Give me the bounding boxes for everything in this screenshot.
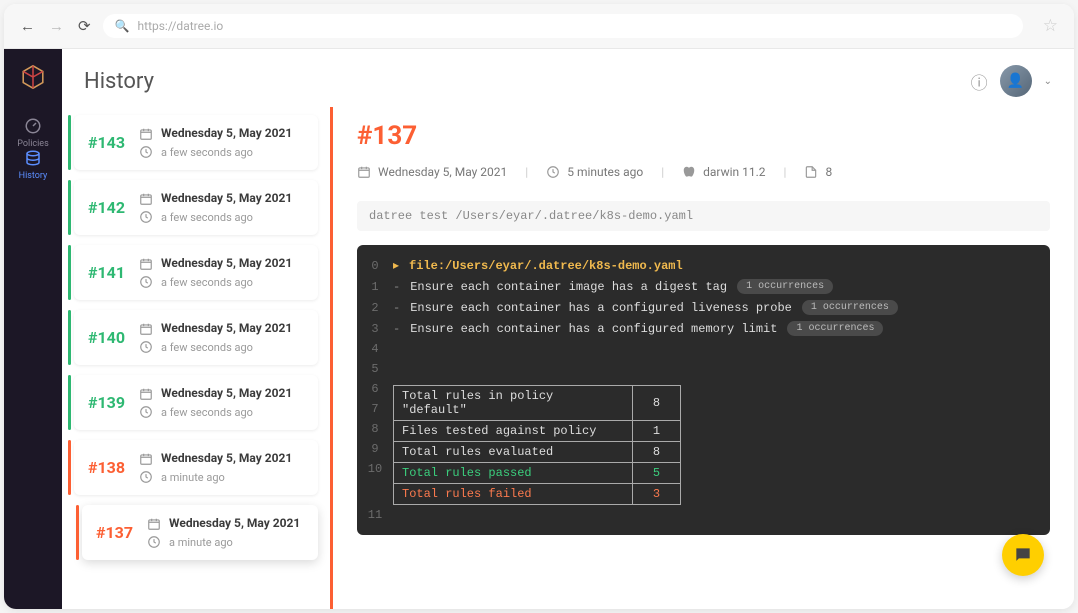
- detail-title: #137: [357, 121, 1050, 151]
- calendar-icon: [139, 257, 153, 271]
- summary-label: Total rules evaluated: [394, 442, 633, 463]
- detail-platform: darwin 11.2: [703, 165, 765, 179]
- detail-date: Wednesday 5, May 2021: [378, 165, 507, 179]
- summary-label: Total rules in policy "default": [394, 386, 633, 421]
- info-icon[interactable]: ⓘ: [971, 69, 988, 94]
- logo-icon[interactable]: [19, 63, 47, 91]
- sidebar-item-label: Policies: [17, 139, 48, 149]
- chat-fab[interactable]: [1002, 534, 1044, 576]
- chat-icon: [1013, 545, 1033, 565]
- history-card[interactable]: #139 Wednesday 5, May 2021 a few seconds a…: [74, 375, 318, 430]
- sidebar-item-label: History: [19, 171, 48, 181]
- detail-ago: 5 minutes ago: [567, 165, 643, 179]
- history-card-number: #140: [88, 328, 125, 347]
- search-icon: 🔍: [115, 19, 130, 33]
- clock-icon: [147, 535, 161, 549]
- address-bar[interactable]: 🔍 https://datree.io: [103, 14, 1023, 38]
- history-card-date: Wednesday 5, May 2021: [161, 451, 292, 466]
- sidebar-item-policies[interactable]: Policies: [17, 117, 48, 149]
- calendar-icon: [139, 192, 153, 206]
- avatar[interactable]: 👤: [1000, 65, 1032, 97]
- history-card-number: #141: [88, 263, 125, 282]
- history-card-ago: a minute ago: [169, 536, 233, 549]
- history-card-date: Wednesday 5, May 2021: [161, 256, 292, 271]
- clock-icon: [139, 340, 153, 354]
- calendar-icon: [139, 387, 153, 401]
- bookmark-icon[interactable]: ☆: [1043, 16, 1058, 36]
- calendar-icon: [139, 452, 153, 466]
- browser-toolbar: ← → ⟳ 🔍 https://datree.io ☆: [4, 4, 1074, 49]
- history-card-number: #143: [88, 133, 125, 152]
- history-card-date: Wednesday 5, May 2021: [169, 516, 300, 531]
- gauge-icon: [24, 117, 42, 135]
- history-list: #143 Wednesday 5, May 2021 a few seconds a…: [62, 107, 330, 609]
- platform-icon: [682, 165, 696, 179]
- page-title: History: [84, 69, 154, 94]
- summary-label: Total rules failed: [394, 484, 633, 505]
- summary-value: 3: [633, 484, 681, 505]
- calendar-icon: [147, 517, 161, 531]
- history-card-number: #138: [88, 458, 125, 477]
- terminal-output: 0▸file:/Users/eyar/.datree/k8s-demo.yaml…: [357, 245, 1050, 535]
- history-card-number: #142: [88, 198, 125, 217]
- occurrence-badge: 1 occurrences: [787, 321, 883, 336]
- url-text: https://datree.io: [138, 19, 224, 33]
- history-card-ago: a few seconds ago: [161, 146, 253, 159]
- sidebar-item-history[interactable]: History: [17, 149, 48, 181]
- profile-chevron-down-icon[interactable]: ⌄: [1044, 76, 1052, 87]
- history-card[interactable]: #141 Wednesday 5, May 2021 a few seconds a…: [74, 245, 318, 300]
- history-card-date: Wednesday 5, May 2021: [161, 191, 292, 206]
- clock-icon: [139, 275, 153, 289]
- summary-label: Files tested against policy: [394, 421, 633, 442]
- nav-forward-icon[interactable]: →: [49, 17, 64, 35]
- nav-reload-icon[interactable]: ⟳: [78, 17, 91, 35]
- clock-icon: [546, 165, 560, 179]
- history-card-number: #139: [88, 393, 125, 412]
- history-card-date: Wednesday 5, May 2021: [161, 321, 292, 336]
- summary-table: Total rules in policy "default"8Files te…: [393, 385, 681, 505]
- history-card[interactable]: #138 Wednesday 5, May 2021 a minute ago: [74, 440, 318, 495]
- history-card-ago: a few seconds ago: [161, 341, 253, 354]
- file-icon: [804, 165, 818, 179]
- history-card[interactable]: #140 Wednesday 5, May 2021 a few seconds a…: [74, 310, 318, 365]
- history-card-number: #137: [96, 523, 133, 542]
- calendar-icon: [357, 165, 371, 179]
- history-card-date: Wednesday 5, May 2021: [161, 126, 292, 141]
- summary-value: 8: [633, 442, 681, 463]
- history-card-ago: a minute ago: [161, 471, 225, 484]
- history-card-ago: a few seconds ago: [161, 276, 253, 289]
- terminal-rule: Ensure each container image has a digest…: [410, 280, 727, 294]
- command-line: datree test /Users/eyar/.datree/k8s-demo…: [357, 201, 1050, 231]
- occurrence-badge: 1 occurrences: [802, 300, 898, 315]
- nav-back-icon[interactable]: ←: [20, 17, 35, 35]
- history-card[interactable]: #142 Wednesday 5, May 2021 a few seconds a…: [74, 180, 318, 235]
- detail-meta: Wednesday 5, May 2021 | 5 minutes ago | …: [357, 165, 1050, 179]
- clock-icon: [139, 210, 153, 224]
- summary-value: 1: [633, 421, 681, 442]
- clock-icon: [139, 145, 153, 159]
- calendar-icon: [139, 322, 153, 336]
- clock-icon: [139, 470, 153, 484]
- history-card[interactable]: #143 Wednesday 5, May 2021 a few seconds a…: [74, 115, 318, 170]
- history-card-ago: a few seconds ago: [161, 211, 253, 224]
- summary-label: Total rules passed: [394, 463, 633, 484]
- terminal-file-path: file:/Users/eyar/.datree/k8s-demo.yaml: [409, 259, 683, 273]
- history-card[interactable]: #137 Wednesday 5, May 2021 a minute ago: [82, 505, 318, 560]
- summary-value: 8: [633, 386, 681, 421]
- occurrence-badge: 1 occurrences: [737, 279, 833, 294]
- calendar-icon: [139, 127, 153, 141]
- terminal-rule: Ensure each container has a configured l…: [410, 301, 792, 315]
- clock-icon: [139, 405, 153, 419]
- app-sidebar: Policies History: [4, 49, 62, 609]
- history-card-ago: a few seconds ago: [161, 406, 253, 419]
- history-detail: #137 Wednesday 5, May 2021 | 5 minutes a…: [330, 107, 1074, 609]
- terminal-rule: Ensure each container has a configured m…: [410, 322, 777, 336]
- history-card-date: Wednesday 5, May 2021: [161, 386, 292, 401]
- db-icon: [24, 149, 42, 167]
- summary-value: 5: [633, 463, 681, 484]
- detail-file-count: 8: [825, 165, 832, 179]
